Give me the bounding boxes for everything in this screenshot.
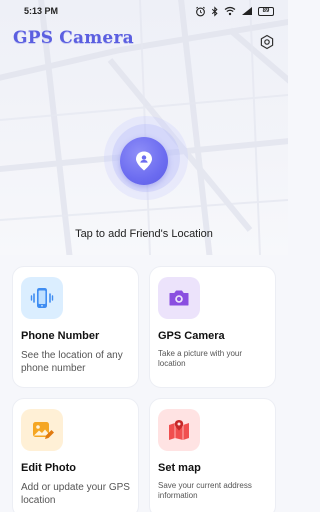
edit-photo-icon-box [21, 409, 63, 451]
set-map-title: Set map [158, 462, 201, 474]
gps-camera-desc: Take a picture with your location [158, 349, 243, 369]
edit-photo-icon [33, 422, 54, 439]
phone-vibrate-icon [30, 288, 54, 308]
gps-camera-card[interactable]: GPS Camera Take a picture with your loca… [149, 266, 276, 388]
gps-camera-title: GPS Camera [158, 330, 225, 342]
add-friend-hint: Tap to add Friend's Location [75, 228, 213, 240]
app-title: GPS Camera [13, 28, 134, 48]
bluetooth-icon [211, 5, 218, 17]
settings-button[interactable] [258, 33, 276, 51]
phone-number-card[interactable]: Phone Number See the location of any pho… [12, 266, 139, 388]
alarm-icon [196, 6, 205, 16]
gear-icon [260, 34, 274, 50]
edit-photo-title: Edit Photo [21, 462, 76, 474]
signal-icon [242, 7, 252, 15]
set-map-desc: Save your current address information [158, 481, 252, 501]
set-map-card[interactable]: Set map Save your current address inform… [149, 398, 276, 512]
add-friend-location-button[interactable] [113, 135, 175, 187]
locate-circle [120, 137, 168, 185]
wifi-icon [224, 6, 236, 16]
phone-number-desc: See the location of any phone number [21, 350, 123, 374]
battery-level: 89 [262, 8, 270, 14]
set-map-icon-box [158, 409, 200, 451]
user-pin-icon [136, 151, 152, 171]
camera-icon [169, 290, 189, 306]
status-bar: 5:13 PM 89 [0, 0, 288, 22]
phone-number-title: Phone Number [21, 330, 100, 342]
map-pin-icon [169, 420, 189, 440]
battery-icon: 89 [258, 6, 274, 16]
edit-photo-desc: Add or update your GPS location [21, 482, 130, 506]
status-time: 5:13 PM [24, 6, 59, 16]
gps-camera-icon-box [158, 277, 200, 319]
phone-number-icon-box [21, 277, 63, 319]
edit-photo-card[interactable]: Edit Photo Add or update your GPS locati… [12, 398, 139, 512]
